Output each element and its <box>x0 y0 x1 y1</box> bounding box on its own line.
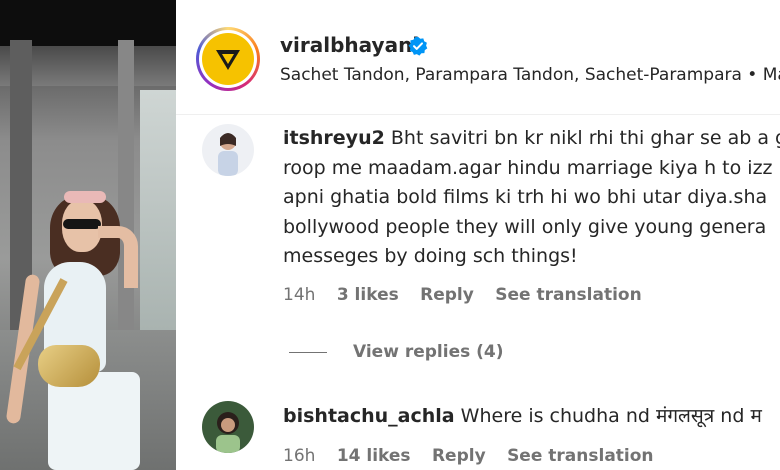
commenter-username[interactable]: bishtachu_achla <box>283 405 455 427</box>
post-media-image[interactable] <box>0 0 176 470</box>
comment-time[interactable]: 16h <box>283 446 315 466</box>
comment-likes[interactable]: 3 likes <box>337 285 399 305</box>
reply-button[interactable]: Reply <box>432 446 486 466</box>
see-translation-link[interactable]: See translation <box>495 285 641 305</box>
replies-divider <box>289 351 327 353</box>
comment-text: itshreyu2 Bht savitri bn kr nikl rhi thi… <box>283 127 780 267</box>
reply-button[interactable]: Reply <box>420 285 474 305</box>
commenter-username[interactable]: itshreyu2 <box>283 127 385 149</box>
comment-likes[interactable]: 14 likes <box>337 446 411 466</box>
view-replies-button[interactable]: View replies (4) <box>289 342 504 362</box>
comment-text: bishtachu_achla Where is chudha nd मंगलस… <box>283 405 762 427</box>
see-translation-link[interactable]: See translation <box>507 446 653 466</box>
comment-item: itshreyu2 Bht savitri bn kr nikl rhi thi… <box>176 0 780 470</box>
comment-time[interactable]: 14h <box>283 285 315 305</box>
commenter-avatar[interactable] <box>202 401 254 453</box>
commenter-avatar[interactable] <box>202 124 254 176</box>
comment-meta: 14h 3 likes Reply See translation <box>283 285 658 305</box>
comment-meta: 16h 14 likes Reply See translation <box>283 446 670 466</box>
